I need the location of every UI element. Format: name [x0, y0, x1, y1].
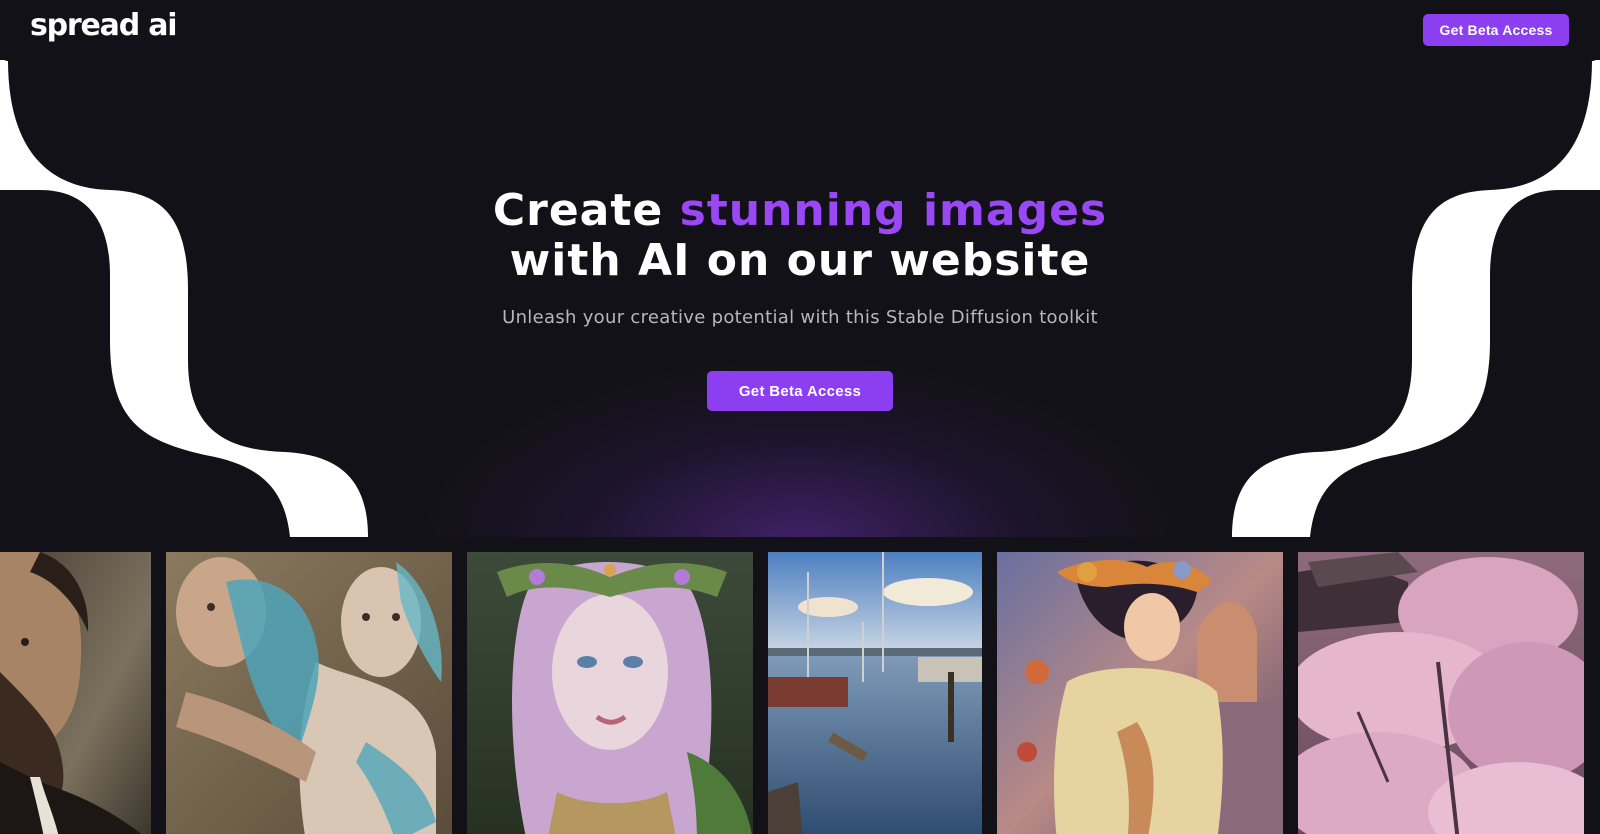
surreal-figures-icon	[166, 552, 452, 834]
image-gallery	[0, 537, 1600, 834]
nav-get-beta-button[interactable]: Get Beta Access	[1423, 14, 1569, 46]
gallery-image-blossom[interactable]	[1298, 552, 1584, 834]
gallery-image-surreal[interactable]	[166, 552, 452, 834]
hero-title: Create stunning images with AI on our we…	[400, 186, 1200, 286]
cherry-blossom-icon	[1298, 552, 1584, 834]
portrait-man-icon	[0, 552, 151, 834]
hero-title-prefix: Create	[492, 185, 680, 236]
fantasy-woman-icon	[467, 552, 753, 834]
hero-title-line2: with AI on our website	[509, 235, 1091, 286]
hero-subtitle: Unleash your creative potential with thi…	[502, 307, 1098, 328]
gallery-image-harbor[interactable]	[768, 552, 982, 834]
hero-get-beta-button[interactable]: Get Beta Access	[707, 371, 893, 411]
harbor-boats-icon	[768, 552, 982, 834]
gallery-image-fantasy[interactable]	[467, 552, 753, 834]
top-navbar: spread ai Get Beta Access	[0, 0, 1600, 61]
gallery-image-anime[interactable]	[997, 552, 1283, 834]
anime-kimono-icon	[997, 552, 1283, 834]
hero-section: Create stunning images with AI on our we…	[0, 0, 1600, 537]
hero-title-accent: stunning images	[679, 185, 1108, 236]
gallery-image-portrait[interactable]	[0, 552, 151, 834]
logo[interactable]: spread ai	[30, 8, 178, 43]
